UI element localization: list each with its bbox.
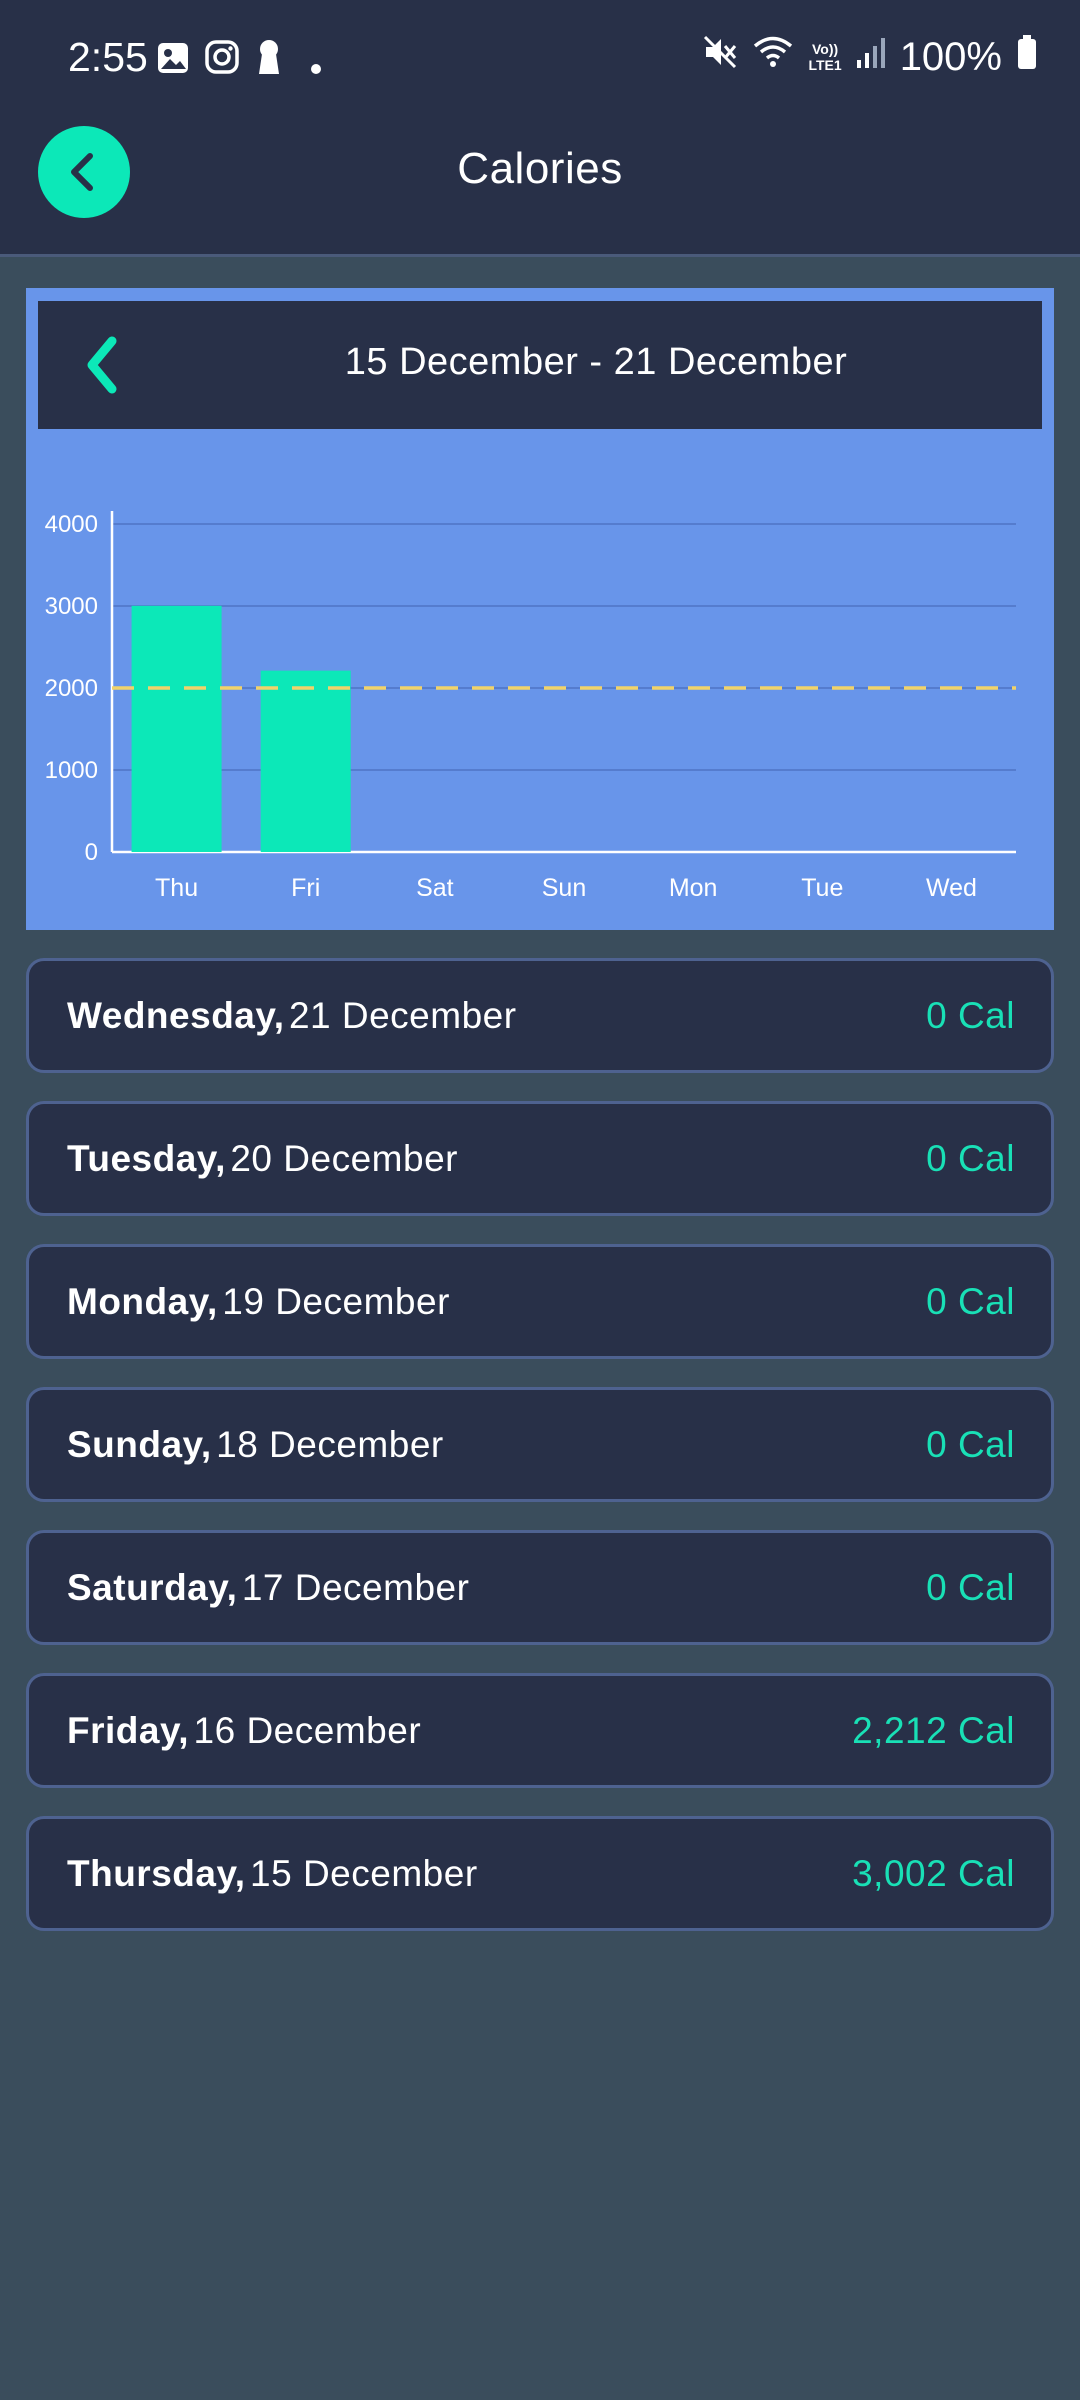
status-bar: 2:55 Vo)) LTE1 100% — [0, 0, 1080, 120]
network-type-icon: Vo)) LTE1 — [808, 41, 841, 73]
day-name: Wednesday, — [67, 994, 285, 1036]
chart-bar — [131, 605, 222, 852]
day-label: Saturday, 17 December — [67, 1567, 469, 1609]
keyhole-icon — [254, 38, 284, 86]
network-label-voice: Vo)) — [811, 41, 839, 57]
y-tick-label: 1000 — [45, 757, 98, 784]
day-row[interactable]: Saturday, 17 December 0 Cal — [26, 1530, 1054, 1645]
instagram-icon — [204, 39, 240, 85]
day-calories: 0 Cal — [926, 994, 1015, 1036]
x-tick-label: Sat — [416, 874, 454, 902]
day-row[interactable]: Tuesday, 20 December 0 Cal — [26, 1101, 1054, 1216]
day-date: 17 December — [241, 1566, 470, 1608]
battery-percent: 100% — [899, 34, 1002, 79]
y-tick-label: 3000 — [45, 593, 98, 620]
day-list: Wednesday, 21 December 0 Cal Tuesday, 20 D… — [26, 958, 1054, 1959]
x-tick-label: Thu — [155, 874, 198, 902]
day-row[interactable]: Thursday, 15 December 3,002 Cal — [26, 1816, 1054, 1931]
day-label: Monday, 19 December — [67, 1281, 450, 1323]
mute-icon — [702, 34, 738, 80]
day-name: Sunday, — [67, 1423, 212, 1465]
x-tick-label: Mon — [669, 874, 718, 902]
y-tick-label: 2000 — [45, 675, 98, 702]
day-calories: 0 Cal — [926, 1280, 1015, 1322]
day-label: Tuesday, 20 December — [67, 1138, 458, 1180]
day-row[interactable]: Sunday, 18 December 0 Cal — [26, 1387, 1054, 1502]
y-tick-label: 0 — [85, 839, 98, 866]
day-date: 18 December — [216, 1423, 444, 1465]
wifi-icon — [752, 34, 794, 80]
network-label-lte: LTE1 — [808, 57, 842, 73]
day-name: Thursday, — [67, 1852, 246, 1894]
image-icon — [156, 40, 190, 85]
day-calories: 0 Cal — [926, 1423, 1015, 1465]
y-tick-label: 4000 — [45, 511, 98, 538]
page-title: Calories — [457, 144, 623, 193]
day-calories: 0 Cal — [926, 1137, 1015, 1179]
day-calories: 2,212 Cal — [852, 1709, 1015, 1751]
bar-chart: 0 1000 2000 3000 4000 Thu Fri Sat Sun Mon Tue Wed — [45, 511, 1016, 902]
day-name: Tuesday, — [67, 1137, 226, 1179]
system-status-icons: Vo)) LTE1 100% — [702, 34, 1038, 80]
day-row[interactable]: Wednesday, 21 December 0 Cal — [26, 958, 1054, 1073]
day-label: Friday, 16 December — [67, 1710, 421, 1752]
day-calories: 3,002 Cal — [852, 1852, 1015, 1894]
weekly-calorie-chart: 15 December - 21 December 0 1000 2000 3000 4… — [26, 288, 1054, 930]
day-date: 19 December — [222, 1280, 450, 1322]
dot-icon — [310, 40, 322, 85]
notification-icons — [156, 38, 322, 86]
x-tick-label: Fri — [291, 874, 320, 902]
day-label: Wednesday, 21 December — [67, 995, 517, 1037]
day-calories: 0 Cal — [926, 1566, 1015, 1608]
day-row[interactable]: Friday, 16 December 2,212 Cal — [26, 1673, 1054, 1788]
battery-icon — [1016, 34, 1038, 80]
app-header: 2:55 Vo)) LTE1 100% Calories — [0, 0, 1080, 257]
day-date: 16 December — [193, 1709, 422, 1751]
x-tick-label: Wed — [926, 874, 977, 902]
day-name: Monday, — [67, 1280, 218, 1322]
chart-bar — [260, 670, 351, 852]
day-date: 20 December — [230, 1137, 458, 1179]
day-date: 15 December — [250, 1852, 478, 1894]
day-label: Thursday, 15 December — [67, 1853, 478, 1895]
signal-icon — [856, 35, 886, 80]
status-time: 2:55 — [68, 34, 148, 80]
x-tick-label: Tue — [801, 874, 843, 902]
day-label: Sunday, 18 December — [67, 1424, 444, 1466]
x-tick-label: Sun — [542, 874, 586, 902]
day-row[interactable]: Monday, 19 December 0 Cal — [26, 1244, 1054, 1359]
day-name: Friday, — [67, 1709, 190, 1751]
day-name: Saturday, — [67, 1566, 238, 1608]
day-date: 21 December — [288, 994, 517, 1036]
